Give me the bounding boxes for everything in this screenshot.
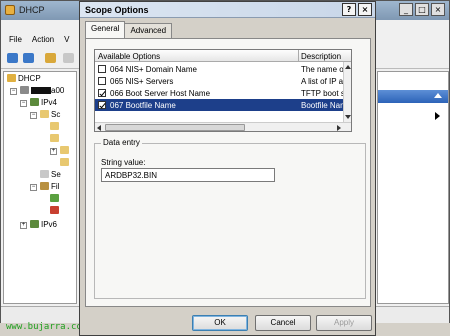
dhcp-window-title: DHCP [19, 5, 45, 15]
more-actions-arrow-icon[interactable] [435, 112, 440, 120]
tree-item-sub[interactable] [50, 134, 61, 145]
scroll-right-icon[interactable] [337, 125, 341, 131]
watermark-text: www.bujarra.com [6, 322, 88, 332]
folder-icon [40, 170, 49, 178]
option-checkbox[interactable] [98, 101, 106, 109]
dialog-footer: OK Cancel Apply [80, 309, 375, 335]
vertical-scrollbar[interactable] [343, 62, 351, 122]
column-header-available-options[interactable]: Available Options [98, 52, 160, 61]
scope-options-dialog: Scope Options ? × General Advanced Avail… [79, 1, 376, 336]
tab-strip: General Advanced [85, 21, 173, 39]
folder-icon [60, 146, 69, 154]
tree-item-sub[interactable] [60, 146, 71, 157]
tree-item-scope[interactable]: Sc [40, 110, 60, 121]
console-tree: DHCP − a00 − IPv4 − Sc + Se − Fil + IPv6 [3, 71, 77, 304]
tree-item-sub[interactable] [60, 158, 71, 169]
forward-arrow-icon[interactable] [23, 53, 34, 63]
horizontal-scrollbar[interactable] [95, 122, 351, 131]
list-item[interactable]: 065 NIS+ Servers A list of IP a [95, 75, 343, 87]
tree-item-deny[interactable] [50, 206, 61, 217]
tab-general[interactable]: General [85, 21, 126, 38]
server-icon [20, 86, 29, 94]
maximize-button[interactable]: □ [415, 3, 429, 16]
tree-item-dhcp[interactable]: DHCP [7, 74, 41, 85]
general-tab-panel: Available Options Description 064 NIS+ D… [85, 38, 371, 307]
tab-advanced[interactable]: Advanced [124, 23, 173, 38]
scroll-down-icon[interactable] [345, 115, 351, 119]
option-name: 067 Bootfile Name [110, 101, 176, 110]
tree-item-server-options[interactable]: Se [40, 170, 61, 181]
dialog-title-bar[interactable]: Scope Options ? × [80, 2, 375, 18]
apply-button[interactable]: Apply [316, 315, 372, 331]
ok-button[interactable]: OK [192, 315, 248, 331]
column-divider[interactable] [298, 50, 299, 62]
dhcp-app-icon [5, 5, 15, 15]
allow-filter-icon [50, 194, 59, 202]
close-button[interactable]: × [431, 3, 445, 16]
dhcp-icon [7, 74, 16, 82]
tree-item-server[interactable]: a00 [20, 86, 64, 97]
menu-action[interactable]: Action [32, 35, 54, 49]
help-button[interactable]: ? [342, 3, 356, 16]
actions-pane [377, 71, 449, 304]
option-description: The name o [301, 65, 344, 74]
list-item-selected[interactable]: 067 Bootfile Name Bootfile Nam [95, 99, 345, 111]
folder-icon [60, 158, 69, 166]
collapse-toggle[interactable]: − [10, 88, 17, 95]
menu-view[interactable]: V [64, 35, 69, 49]
collapse-toggle[interactable]: − [30, 184, 37, 191]
tree-item-ipv6[interactable]: IPv6 [30, 220, 57, 231]
data-entry-group: Data entry String value: ARDBP32.BIN [94, 138, 366, 299]
column-header-description[interactable]: Description [301, 52, 341, 61]
option-name: 064 NIS+ Domain Name [110, 65, 197, 74]
option-name: 065 NIS+ Servers [110, 77, 174, 86]
option-checkbox[interactable] [98, 65, 106, 73]
dialog-title: Scope Options [85, 5, 149, 15]
minimize-button[interactable]: _ [399, 3, 413, 16]
back-arrow-icon[interactable] [7, 53, 18, 63]
menu-file[interactable]: File [9, 35, 22, 49]
option-name: 066 Boot Server Host Name [110, 89, 211, 98]
list-item[interactable]: 066 Boot Server Host Name TFTP boot s [95, 87, 345, 99]
option-checkbox[interactable] [98, 77, 106, 85]
list-header: Available Options Description [95, 50, 351, 62]
ipv6-icon [30, 220, 39, 228]
dialog-close-button[interactable]: × [358, 3, 372, 16]
string-value-input[interactable]: ARDBP32.BIN [101, 168, 275, 182]
ipv4-icon [30, 98, 39, 106]
expand-toggle[interactable]: + [20, 222, 27, 229]
folder-icon [50, 134, 59, 142]
folder-icon [40, 110, 49, 118]
option-checkbox[interactable] [98, 89, 106, 97]
scroll-thumb[interactable] [105, 124, 245, 131]
tree-item-sub[interactable] [50, 122, 61, 133]
data-entry-legend: Data entry [101, 138, 142, 147]
collapse-toggle[interactable]: − [30, 112, 37, 119]
console-tree-icon[interactable] [63, 53, 74, 63]
cancel-button[interactable]: Cancel [255, 315, 311, 331]
scroll-up-icon[interactable] [345, 65, 351, 69]
scroll-left-icon[interactable] [97, 125, 101, 131]
folder-up-icon[interactable] [45, 53, 56, 63]
option-description: A list of IP a [301, 77, 344, 86]
available-options-list[interactable]: Available Options Description 064 NIS+ D… [94, 49, 352, 132]
list-item[interactable]: 064 NIS+ Domain Name The name o [95, 63, 344, 75]
collapse-toggle[interactable]: − [20, 100, 27, 107]
option-description: TFTP boot s [301, 89, 345, 98]
tree-item-ipv4[interactable]: IPv4 [30, 98, 57, 109]
tree-item-allow[interactable] [50, 194, 61, 205]
menu-bar: File Action V [1, 35, 69, 49]
filter-icon [40, 182, 49, 190]
option-description: Bootfile Nam [301, 101, 345, 110]
actions-header[interactable] [378, 90, 448, 103]
expand-toggle[interactable]: + [50, 148, 57, 155]
tree-item-filters[interactable]: Fil [40, 182, 59, 193]
string-value-label: String value: [101, 158, 146, 167]
deny-filter-icon [50, 206, 59, 214]
redacted-name [31, 87, 51, 94]
folder-icon [50, 122, 59, 130]
collapse-up-icon [434, 93, 442, 98]
